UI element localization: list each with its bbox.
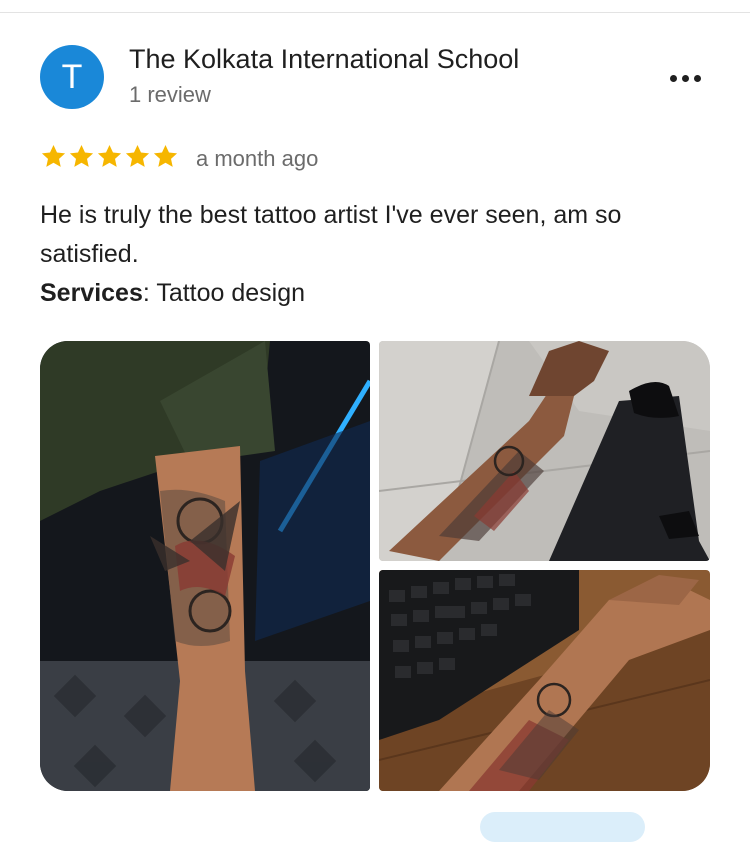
services-value: Tattoo design [156,279,306,307]
star-rating [40,143,179,170]
reviewer-name[interactable]: The Kolkata International School [129,44,519,75]
review-photo-3[interactable] [379,570,710,791]
review-photo-1[interactable] [40,341,370,791]
star-icon [153,145,178,167]
avatar[interactable]: T [40,45,104,109]
star-icon [69,145,94,167]
more-horizontal-icon [669,74,677,82]
star-icon [41,145,66,167]
star-icon [125,145,150,167]
services-label: Services [40,279,143,307]
star-icon [97,145,122,167]
avatar-letter: T [61,57,83,96]
review-photo-2[interactable] [379,341,710,561]
services-separator: : [142,279,150,307]
top-divider [0,12,750,13]
more-options-button[interactable] [662,64,708,92]
review-services: Services: Tattoo design [40,274,305,313]
bottom-action-chip[interactable] [480,812,645,842]
review-text: He is truly the best tattoo artist I've … [40,201,622,268]
review-timestamp: a month ago [196,146,319,171]
review-count[interactable]: 1 review [129,82,211,108]
